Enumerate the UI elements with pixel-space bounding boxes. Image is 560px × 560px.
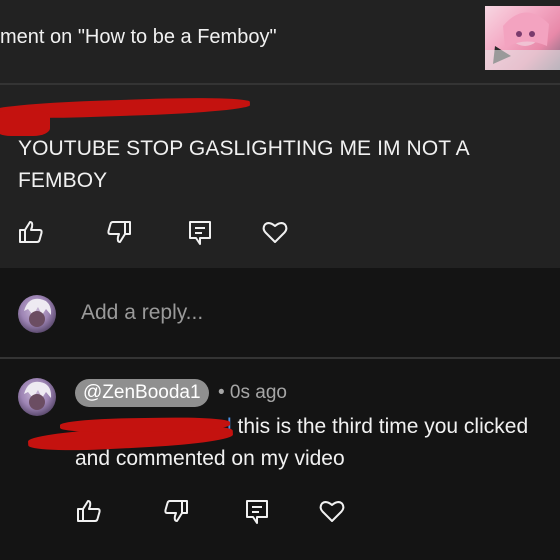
comment-header: ment on "How to be a Femboy" [0,0,560,83]
comment-timestamp: • 0s ago [218,382,287,403]
commenter-avatar[interactable] [18,378,56,416]
header-title: ment on "How to be a Femboy" [0,26,277,48]
commenter-handle[interactable]: @ZenBooda1 [75,379,209,407]
thumbs-down-icon[interactable] [162,497,190,525]
reply-comment-icon[interactable] [243,497,271,525]
video-thumbnail[interactable] [485,6,560,70]
thumbs-up-icon[interactable] [17,218,45,246]
parent-comment-text: YOUTUBE STOP GASLIGHTING ME IM NOT A FEM… [18,137,469,192]
reply-divider [0,357,560,359]
reply-input[interactable]: Add a reply... [81,301,203,325]
reply-comment-icon[interactable] [186,218,214,246]
thumbs-down-icon[interactable] [105,218,133,246]
thumbs-up-icon[interactable] [75,497,103,525]
user-avatar[interactable] [18,295,56,333]
heart-icon[interactable] [318,497,346,525]
heart-icon[interactable] [261,218,289,246]
